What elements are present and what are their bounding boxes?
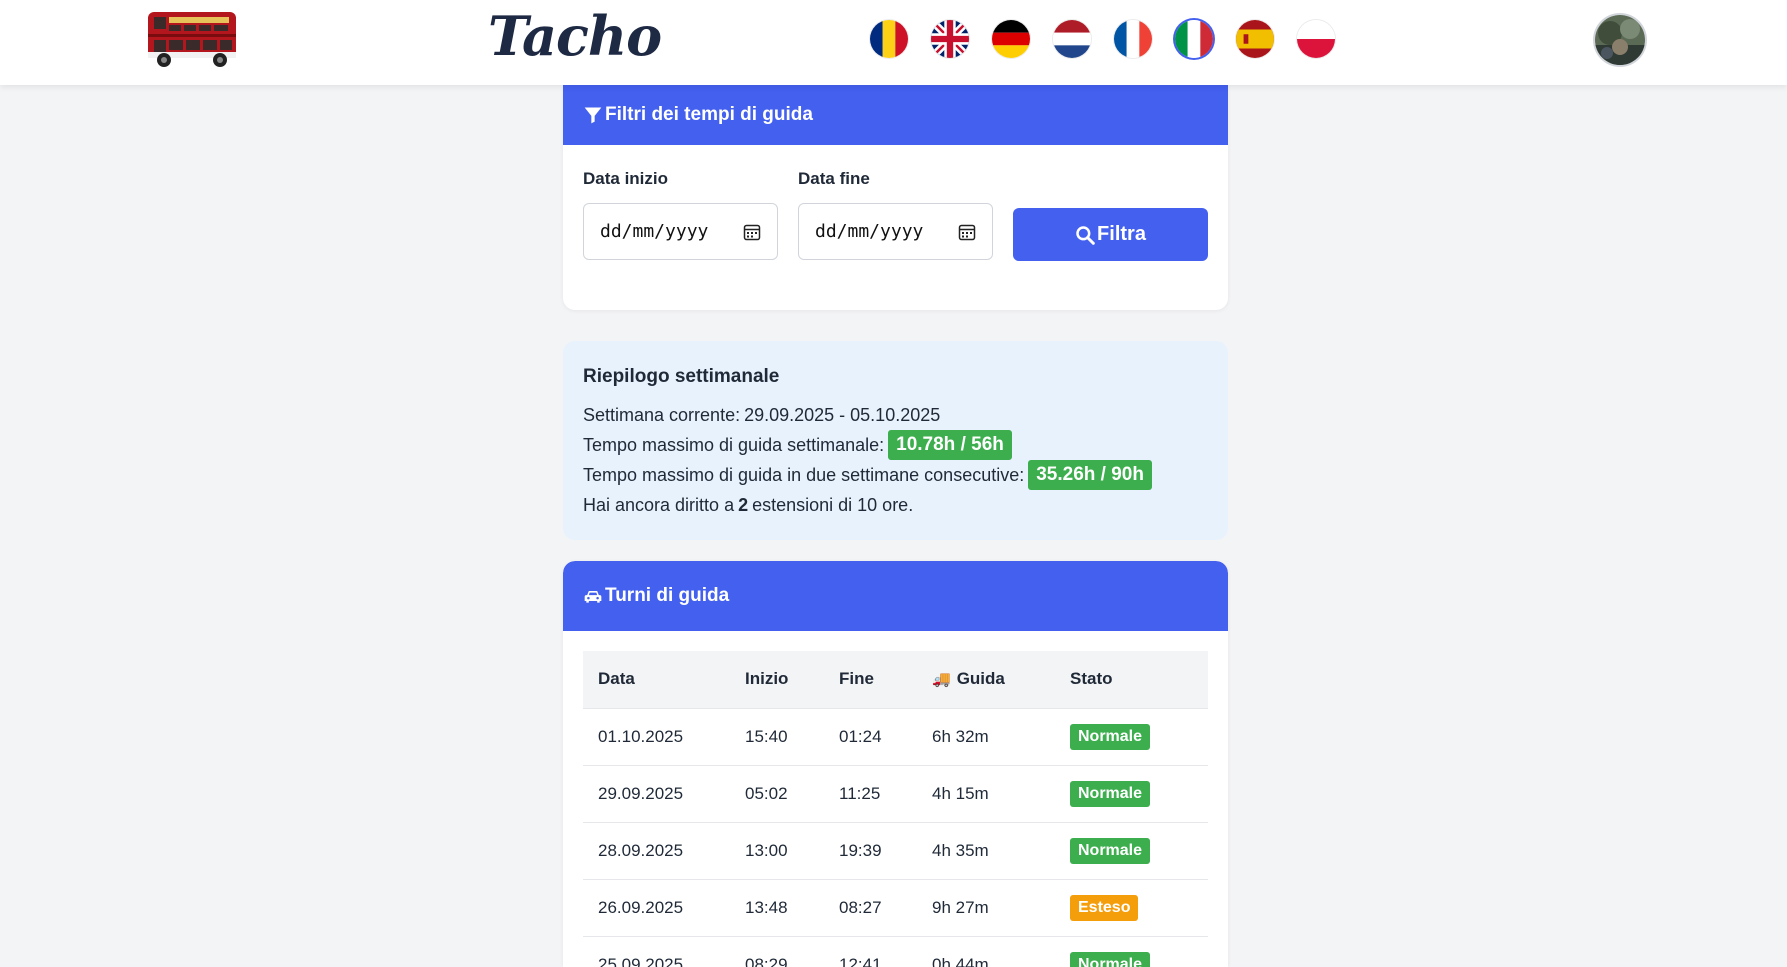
column-header-start[interactable]: Inizio bbox=[730, 651, 824, 708]
navbar: Tacho bbox=[0, 0, 1787, 85]
weekly-summary-panel: Riepilogo settimanale Settimana corrente… bbox=[563, 341, 1228, 540]
flag-france-icon[interactable] bbox=[1114, 20, 1152, 58]
end-date-placeholder: dd/mm/yyyy bbox=[815, 221, 924, 242]
status-badge: Normale bbox=[1070, 723, 1151, 750]
cell-date: 25.09.2025 bbox=[583, 935, 730, 967]
cell-status: Normale bbox=[1055, 935, 1208, 967]
cell-status: Normale bbox=[1055, 764, 1208, 822]
cell-driving: 0h 44m bbox=[917, 935, 1055, 967]
filters-title: Filtri dei tempi di guida bbox=[605, 104, 813, 125]
cell-date: 28.09.2025 bbox=[583, 821, 730, 879]
table-row[interactable]: 28.09.2025 13:00 19:39 4h 35m Normale bbox=[583, 821, 1208, 879]
current-week-line: Settimana corrente: 29.09.2025 - 05.10.2… bbox=[583, 400, 1208, 430]
flag-germany-icon[interactable] bbox=[992, 20, 1030, 58]
end-date-input[interactable]: dd/mm/yyyy bbox=[798, 203, 993, 260]
cell-driving: 4h 15m bbox=[917, 764, 1055, 822]
cell-driving: 4h 35m bbox=[917, 821, 1055, 879]
status-badge: Esteso bbox=[1070, 894, 1139, 921]
filter-button[interactable]: Filtra bbox=[1013, 208, 1208, 261]
shifts-table: Data Inizio Fine 🚚 Guida Stato 01.10.2025… bbox=[583, 651, 1208, 967]
cell-date: 29.09.2025 bbox=[583, 764, 730, 822]
current-week-label: Settimana corrente: bbox=[583, 405, 741, 425]
cell-driving: 9h 27m bbox=[917, 878, 1055, 936]
start-date-placeholder: dd/mm/yyyy bbox=[600, 221, 709, 242]
summary-title: Riepilogo settimanale bbox=[583, 366, 780, 387]
flag-romania-icon[interactable] bbox=[870, 20, 908, 58]
two-weeks-label: Tempo massimo di guida in due settimane … bbox=[583, 465, 1025, 485]
shifts-title: Turni di guida bbox=[605, 585, 730, 606]
extensions-line: Hai ancora diritto a 2 estensioni di 10 … bbox=[583, 490, 1208, 520]
current-week-value: 29.09.2025 - 05.10.2025 bbox=[744, 405, 941, 425]
filter-button-label: Filtra bbox=[1097, 223, 1146, 245]
column-header-driving-label: Guida bbox=[956, 669, 1005, 689]
extensions-suffix: estensioni di 10 ore. bbox=[752, 495, 914, 515]
cell-status: Normale bbox=[1055, 821, 1208, 879]
cell-start: 05:02 bbox=[730, 764, 824, 822]
column-header-driving[interactable]: 🚚 Guida bbox=[917, 651, 1055, 708]
table-row[interactable]: 29.09.2025 05:02 11:25 4h 15m Normale bbox=[583, 764, 1208, 822]
language-switcher bbox=[870, 20, 1335, 58]
cell-end: 11:25 bbox=[824, 764, 917, 822]
calendar-icon[interactable] bbox=[743, 223, 761, 241]
status-badge: Normale bbox=[1070, 837, 1151, 864]
end-date-label: Data fine bbox=[798, 169, 870, 188]
shifts-table-wrapper: Data Inizio Fine 🚚 Guida Stato 01.10.2025… bbox=[583, 651, 1208, 967]
search-icon bbox=[1076, 225, 1095, 245]
two-weeks-line: Tempo massimo di guida in due settimane … bbox=[583, 460, 1208, 490]
cell-date: 26.09.2025 bbox=[583, 878, 730, 936]
cell-end: 08:27 bbox=[824, 878, 917, 936]
table-header-row: Data Inizio Fine 🚚 Guida Stato bbox=[583, 651, 1208, 708]
bus-logo-icon[interactable] bbox=[144, 8, 240, 68]
filters-card-header: Filtri dei tempi di guida bbox=[563, 85, 1228, 145]
flag-united-kingdom-icon[interactable] bbox=[931, 20, 969, 58]
table-row[interactable]: 26.09.2025 13:48 08:27 9h 27m Esteso bbox=[583, 878, 1208, 936]
cell-status: Esteso bbox=[1055, 878, 1208, 936]
status-badge: Normale bbox=[1070, 780, 1151, 807]
cell-start: 08:29 bbox=[730, 935, 824, 967]
calendar-icon[interactable] bbox=[958, 223, 976, 241]
user-avatar[interactable] bbox=[1595, 15, 1645, 65]
driving-time-filters-card: Filtri dei tempi di guida Data inizio Da… bbox=[563, 85, 1228, 310]
two-weeks-badge: 35.26h / 90h bbox=[1028, 460, 1152, 490]
flag-poland-icon[interactable] bbox=[1297, 20, 1335, 58]
cell-status: Normale bbox=[1055, 707, 1208, 765]
brand-title[interactable]: Tacho bbox=[488, 4, 662, 68]
shifts-table-body: 01.10.2025 15:40 01:24 6h 32m Normale 29.09.2… bbox=[583, 707, 1208, 967]
weekly-max-badge: 10.78h / 56h bbox=[888, 430, 1012, 460]
weekly-max-label: Tempo massimo di guida settimanale: bbox=[583, 435, 885, 455]
flag-italy-icon[interactable] bbox=[1175, 20, 1213, 58]
start-date-input[interactable]: dd/mm/yyyy bbox=[583, 203, 778, 260]
column-header-status[interactable]: Stato bbox=[1055, 651, 1208, 708]
cell-start: 13:48 bbox=[730, 878, 824, 936]
filter-icon bbox=[584, 107, 602, 124]
table-row[interactable]: 01.10.2025 15:40 01:24 6h 32m Normale bbox=[583, 707, 1208, 765]
flag-netherlands-icon[interactable] bbox=[1053, 20, 1091, 58]
cell-end: 19:39 bbox=[824, 821, 917, 879]
cell-driving: 6h 32m bbox=[917, 707, 1055, 765]
cell-start: 13:00 bbox=[730, 821, 824, 879]
table-row[interactable]: 25.09.2025 08:29 12:41 0h 44m Normale bbox=[583, 935, 1208, 967]
truck-icon: 🚚 bbox=[932, 671, 951, 689]
driving-shifts-card: Turni di guida Data Inizio Fine 🚚 Guida S… bbox=[563, 561, 1228, 967]
cell-date: 01.10.2025 bbox=[583, 707, 730, 765]
extensions-count: 2 bbox=[738, 495, 749, 515]
column-header-end[interactable]: Fine bbox=[824, 651, 917, 708]
cell-end: 12:41 bbox=[824, 935, 917, 967]
shifts-card-header: Turni di guida bbox=[563, 561, 1228, 631]
car-icon bbox=[584, 591, 602, 603]
column-header-date[interactable]: Data bbox=[583, 651, 730, 708]
extensions-prefix: Hai ancora diritto a bbox=[583, 495, 735, 515]
status-badge: Normale bbox=[1070, 951, 1151, 967]
start-date-label: Data inizio bbox=[583, 169, 669, 188]
cell-start: 15:40 bbox=[730, 707, 824, 765]
cell-end: 01:24 bbox=[824, 707, 917, 765]
weekly-max-line: Tempo massimo di guida settimanale: 10.7… bbox=[583, 430, 1208, 460]
flag-spain-icon[interactable] bbox=[1236, 20, 1274, 58]
